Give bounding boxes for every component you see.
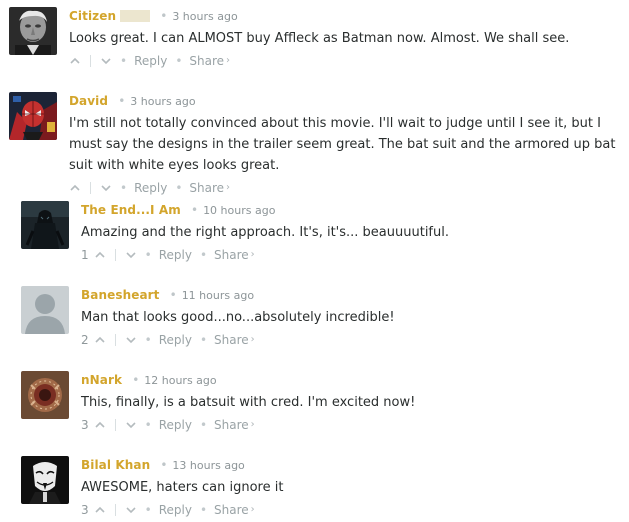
footer-bullet: • xyxy=(199,248,208,262)
comment-meta: Banesheart • 11 hours ago xyxy=(81,286,619,302)
comment-timestamp[interactable]: 11 hours ago xyxy=(182,289,254,302)
footer-bullet: • xyxy=(199,503,208,517)
comment-timestamp[interactable]: 3 hours ago xyxy=(172,10,237,23)
comment-text: This, finally, is a batsuit with cred. I… xyxy=(81,395,416,410)
downvote-icon[interactable] xyxy=(125,419,137,431)
chevron-right-icon: › xyxy=(250,504,255,515)
vote-divider xyxy=(114,419,116,431)
vote-divider xyxy=(90,55,91,67)
meta-bullet: • xyxy=(160,458,168,472)
footer-bullet: • xyxy=(144,248,152,262)
downvote-icon[interactable] xyxy=(125,249,137,261)
upvote-icon[interactable] xyxy=(94,504,106,516)
comment-meta: Bilal Khan • 13 hours ago xyxy=(81,456,619,472)
author-name[interactable]: Bilal Khan xyxy=(81,458,150,472)
downvote-icon[interactable] xyxy=(125,334,137,346)
comment-footer: 3 • Reply • Share › xyxy=(81,502,619,518)
vote-count: 1 xyxy=(81,248,89,262)
old-man-portrait-avatar[interactable] xyxy=(9,7,57,55)
dark-figure-avatar[interactable] xyxy=(21,201,69,249)
chevron-right-icon: › xyxy=(226,182,231,193)
footer-bullet: • xyxy=(199,418,208,432)
mask-avatar[interactable] xyxy=(21,456,69,504)
reply-link[interactable]: Reply xyxy=(159,332,192,348)
downvote-icon[interactable] xyxy=(100,182,112,194)
meta-bullet: • xyxy=(118,94,126,108)
footer-bullet: • xyxy=(120,181,128,195)
share-link[interactable]: Share xyxy=(214,417,249,433)
comment-text: Man that looks good...no...absolutely in… xyxy=(81,310,395,325)
vote-divider xyxy=(114,334,116,346)
author-name[interactable]: Banesheart xyxy=(81,288,160,302)
comment-footer: • Reply • Share › xyxy=(69,180,619,196)
reply-link[interactable]: Reply xyxy=(159,502,192,518)
upvote-icon[interactable] xyxy=(69,182,81,194)
reply-link[interactable]: Reply xyxy=(159,247,192,263)
upvote-icon[interactable] xyxy=(69,55,81,67)
downvote-icon[interactable] xyxy=(125,504,137,516)
author-name[interactable]: The End...I Am xyxy=(81,203,181,217)
comment-meta: David • 3 hours ago xyxy=(69,92,619,108)
meta-bullet: • xyxy=(160,9,168,23)
vote-count: 3 xyxy=(81,418,89,432)
comment-text: Amazing and the right approach. It's, it… xyxy=(81,225,449,240)
upvote-icon[interactable] xyxy=(94,249,106,261)
redacted-name-block xyxy=(120,10,151,22)
chevron-right-icon: › xyxy=(250,249,255,260)
comment-timestamp[interactable]: 12 hours ago xyxy=(144,374,216,387)
comment-footer: 2 • Reply • Share › xyxy=(81,332,619,348)
footer-bullet: • xyxy=(120,54,128,68)
footer-bullet: • xyxy=(144,333,152,347)
share-link[interactable]: Share xyxy=(214,502,249,518)
comment-text: I'm still not totally convinced about th… xyxy=(69,116,616,173)
superhero-avatar[interactable] xyxy=(9,92,57,140)
meta-bullet: • xyxy=(190,203,199,217)
downvote-icon[interactable] xyxy=(100,55,112,67)
upvote-icon[interactable] xyxy=(94,334,106,346)
share-link[interactable]: Share xyxy=(214,247,249,263)
comment-meta: The End...I Am • 10 hours ago xyxy=(81,201,619,217)
chevron-right-icon: › xyxy=(250,334,255,345)
author-name[interactable]: nNark xyxy=(81,373,122,387)
comment-footer: • Reply • Share › xyxy=(69,53,619,69)
comment-timestamp[interactable]: 13 hours ago xyxy=(172,459,244,472)
comment-meta: nNark • 12 hours ago xyxy=(81,371,619,387)
author-name[interactable]: Citizen xyxy=(69,9,116,23)
share-link[interactable]: Share xyxy=(189,180,224,196)
comment-footer: 1 • Reply • Share › xyxy=(81,247,619,263)
comment-meta: Citizen • 3 hours ago xyxy=(69,7,619,23)
share-link[interactable]: Share xyxy=(189,53,224,69)
reply-link[interactable]: Reply xyxy=(134,53,167,69)
chevron-right-icon: › xyxy=(250,419,255,430)
upvote-icon[interactable] xyxy=(94,419,106,431)
creature-avatar[interactable] xyxy=(21,371,69,419)
footer-bullet: • xyxy=(144,503,152,517)
vote-divider xyxy=(90,182,91,194)
comment-timestamp[interactable]: 10 hours ago xyxy=(203,204,275,217)
comment-footer: 3 • Reply • Share › xyxy=(81,417,619,433)
vote-count: 3 xyxy=(81,503,89,517)
reply-link[interactable]: Reply xyxy=(134,180,167,196)
vote-divider xyxy=(114,249,116,261)
share-link[interactable]: Share xyxy=(214,332,249,348)
meta-bullet: • xyxy=(169,288,177,302)
vote-divider xyxy=(114,504,116,516)
reply-link[interactable]: Reply xyxy=(159,417,192,433)
footer-bullet: • xyxy=(175,181,183,195)
comment-text: AWESOME, haters can ignore it xyxy=(81,480,284,495)
footer-bullet: • xyxy=(175,54,183,68)
footer-bullet: • xyxy=(144,418,152,432)
comment-timestamp[interactable]: 3 hours ago xyxy=(130,95,195,108)
meta-bullet: • xyxy=(132,373,140,387)
default-user-avatar[interactable] xyxy=(21,286,69,334)
author-name[interactable]: David xyxy=(69,94,108,108)
comment-text: Looks great. I can ALMOST buy Affleck as… xyxy=(69,31,570,46)
chevron-right-icon: › xyxy=(226,55,231,66)
footer-bullet: • xyxy=(199,333,208,347)
vote-count: 2 xyxy=(81,333,89,347)
